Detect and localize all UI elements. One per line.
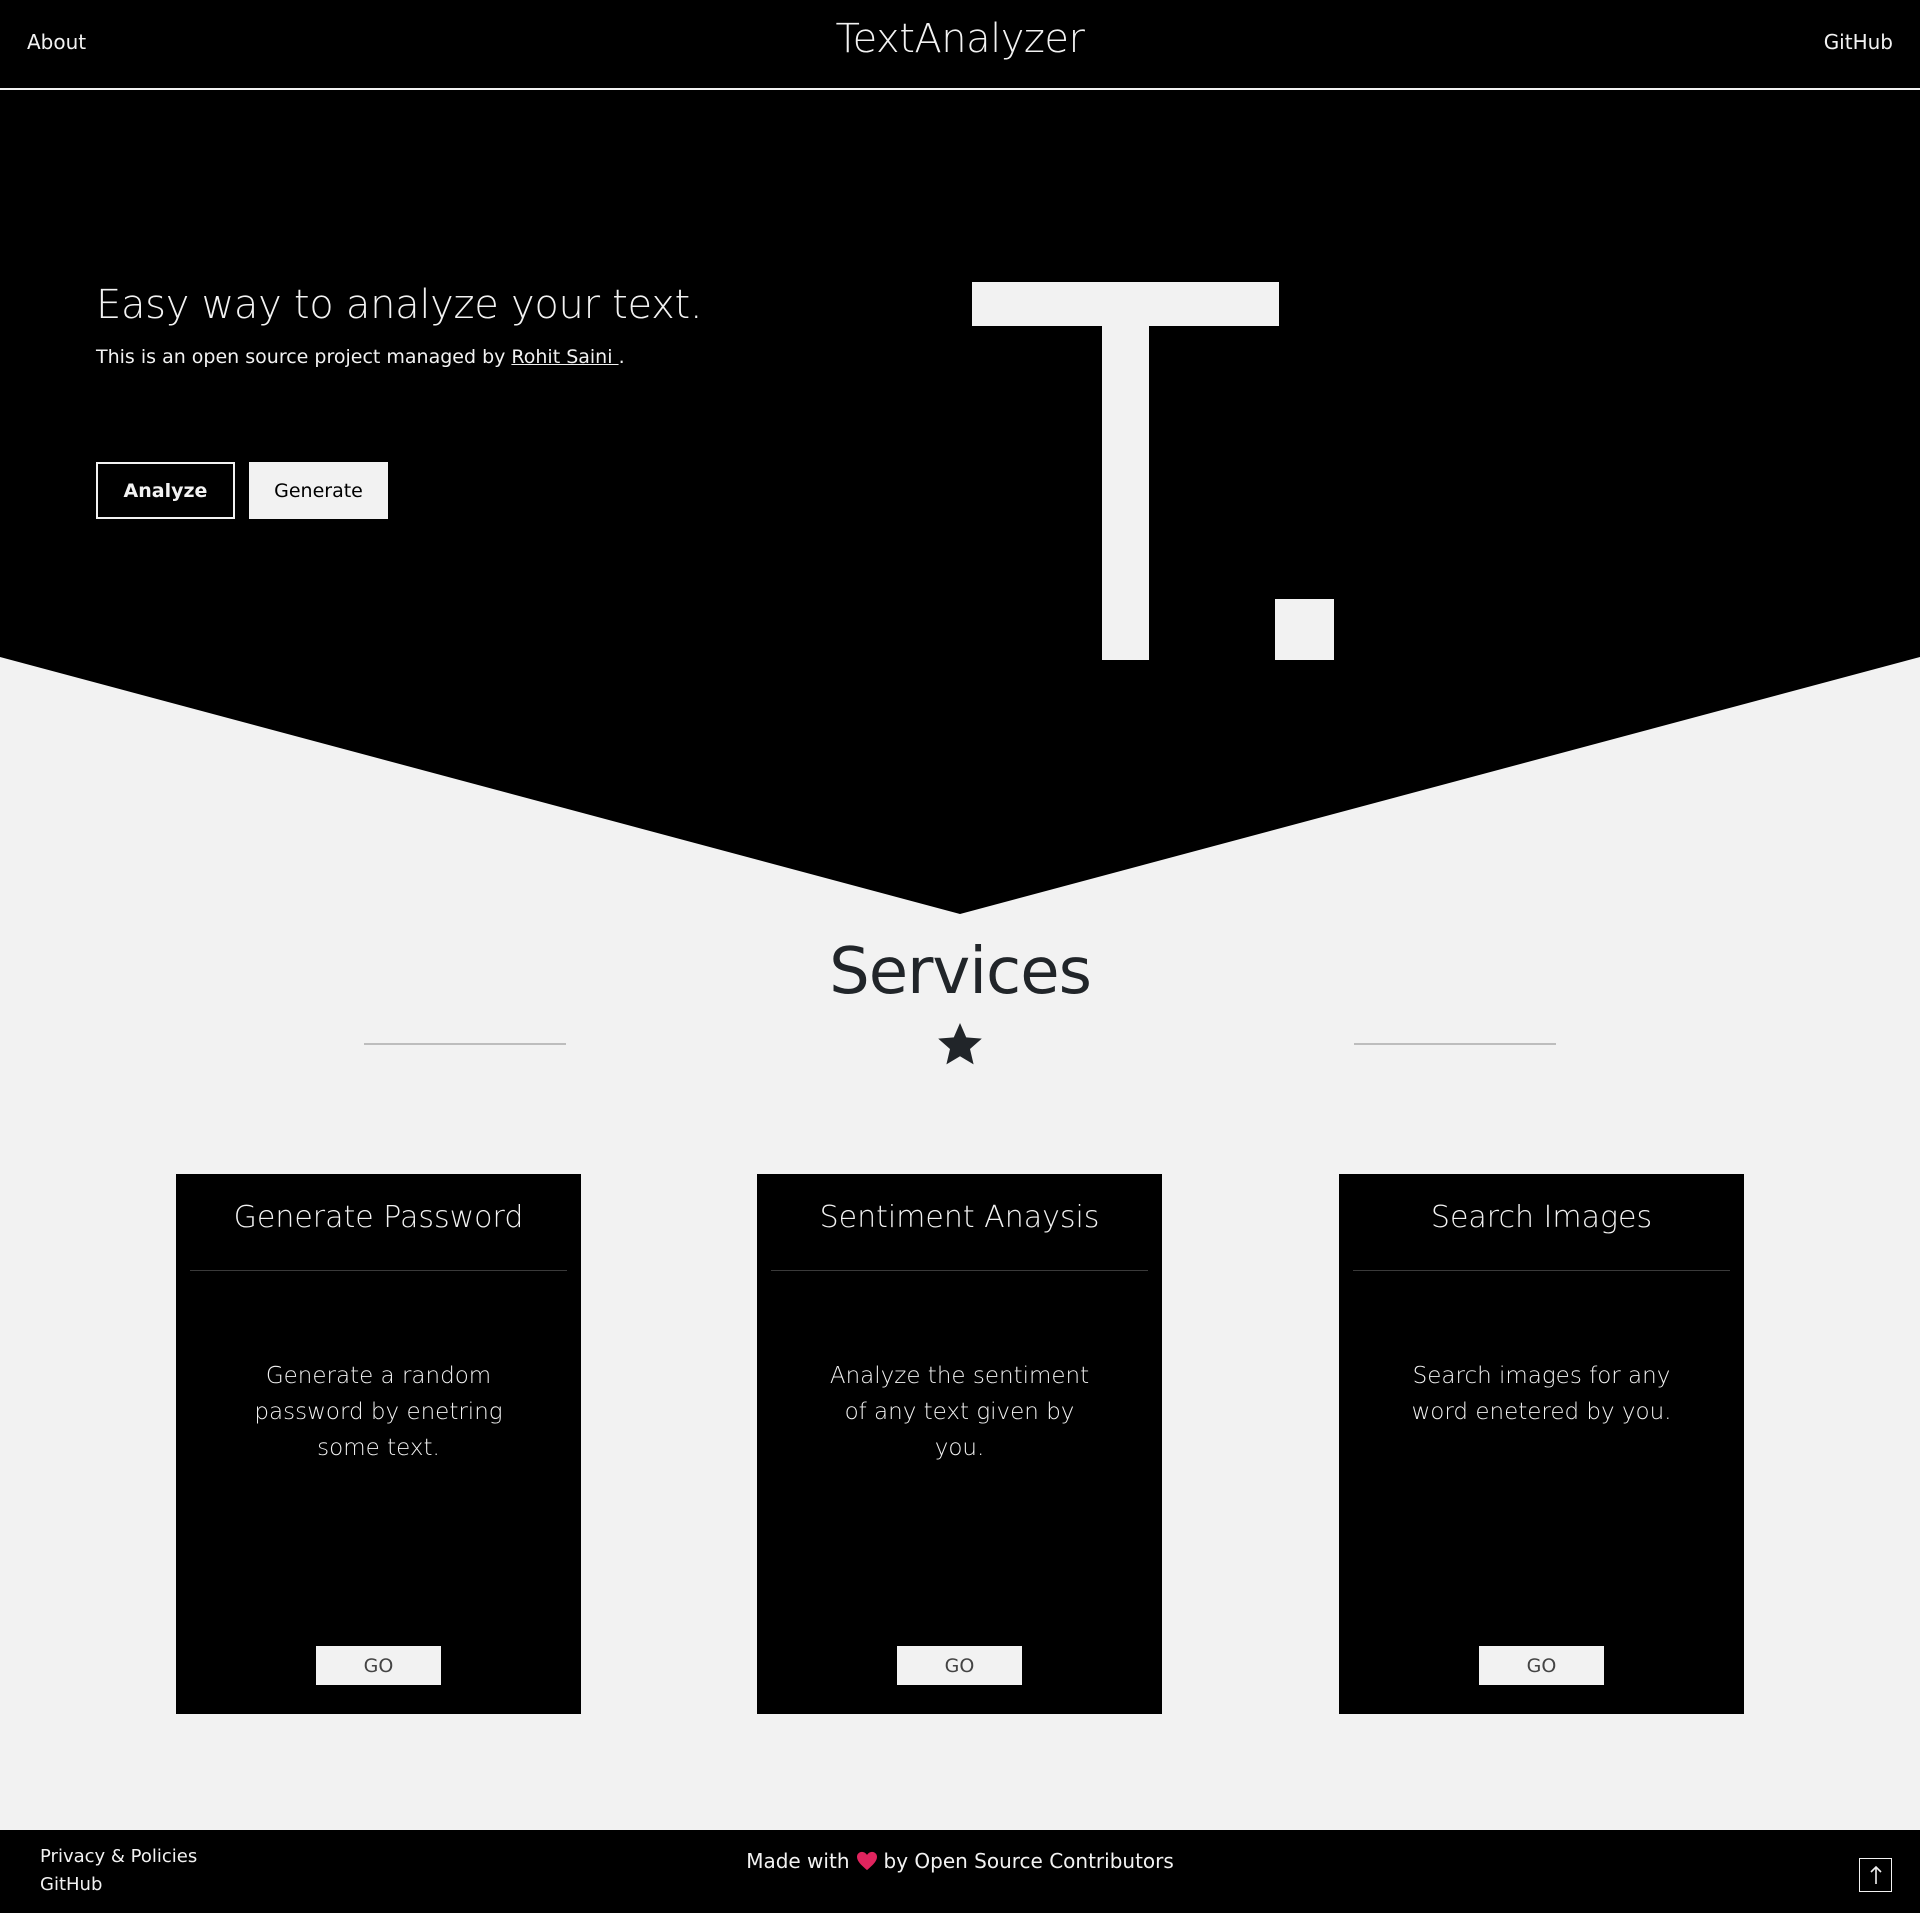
card-description: Analyze the sentiment of any text given … bbox=[829, 1363, 1090, 1461]
service-card-search-images: Search Images Search images for any word… bbox=[1339, 1174, 1744, 1714]
heart-icon bbox=[856, 1851, 877, 1871]
services-divider-left bbox=[364, 1043, 566, 1045]
service-card-sentiment-analysis: Sentiment Anaysis Analyze the sentiment … bbox=[757, 1174, 1162, 1714]
star-icon bbox=[938, 1023, 982, 1065]
hero-title: Easy way to analyze your text. bbox=[96, 282, 703, 328]
card-description: Search images for any word enetered by y… bbox=[1411, 1363, 1672, 1425]
generate-button[interactable]: Generate bbox=[249, 462, 388, 519]
footer-github-link[interactable]: GitHub bbox=[40, 1874, 102, 1895]
hero-subtitle: This is an open source project managed b… bbox=[96, 346, 625, 368]
card-divider bbox=[190, 1270, 567, 1271]
t-logo-icon bbox=[972, 282, 1334, 660]
card-title: Sentiment Anaysis bbox=[819, 1200, 1100, 1235]
hero-subtitle-prefix: This is an open source project managed b… bbox=[96, 346, 512, 368]
card-description: Generate a random password by enetring s… bbox=[254, 1363, 503, 1461]
card-title: Generate Password bbox=[233, 1200, 524, 1235]
services-divider-right bbox=[1354, 1043, 1556, 1045]
search-images-go-button[interactable]: GO bbox=[1479, 1646, 1604, 1685]
sentiment-analysis-go-button[interactable]: GO bbox=[897, 1646, 1022, 1685]
top-navbar: About TextAnalyzer GitHub bbox=[0, 0, 1920, 90]
credit-suffix: by Open Source Contributors bbox=[883, 1849, 1174, 1873]
hero-subtitle-suffix: . bbox=[618, 346, 625, 368]
card-divider bbox=[1353, 1270, 1730, 1271]
back-to-top-button[interactable] bbox=[1859, 1858, 1892, 1892]
brand-title[interactable]: TextAnalyzer bbox=[0, 16, 1920, 62]
footer: Privacy & Policies GitHub Made with by O… bbox=[0, 1830, 1920, 1913]
footer-credit: Made with by Open Source Contributors bbox=[0, 1849, 1920, 1873]
services-title: Services bbox=[829, 935, 1092, 1009]
credit-prefix: Made with bbox=[746, 1849, 850, 1873]
generate-password-go-button[interactable]: GO bbox=[316, 1646, 441, 1685]
card-divider bbox=[771, 1270, 1148, 1271]
author-link[interactable]: Rohit Saini bbox=[511, 346, 618, 368]
analyze-button[interactable]: Analyze bbox=[96, 462, 235, 519]
nav-github-link[interactable]: GitHub bbox=[1824, 30, 1893, 54]
arrow-up-icon bbox=[1869, 1865, 1882, 1884]
card-title: Search Images bbox=[1430, 1200, 1653, 1235]
service-card-generate-password: Generate Password Generate a random pass… bbox=[176, 1174, 581, 1714]
